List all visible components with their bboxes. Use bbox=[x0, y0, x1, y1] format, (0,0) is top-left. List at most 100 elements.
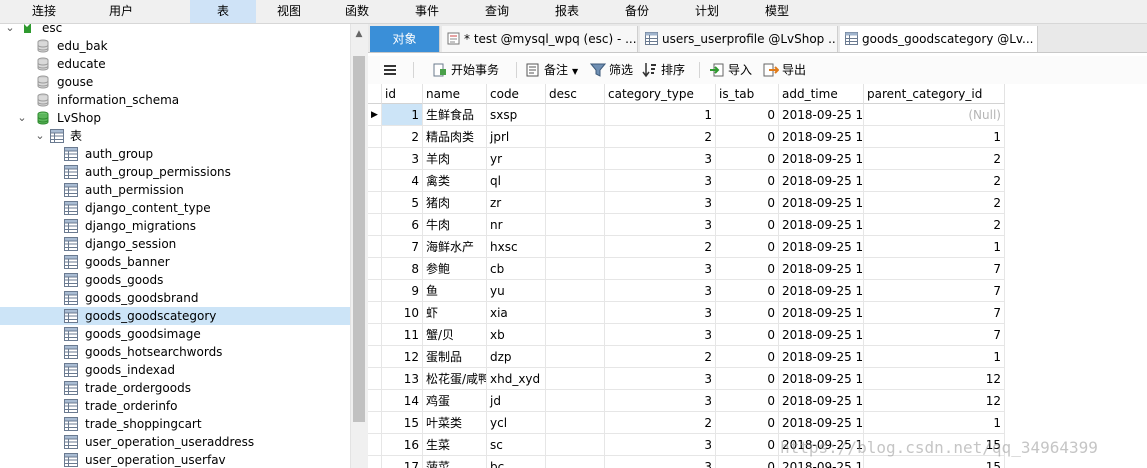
table-cell[interactable]: 3 bbox=[605, 368, 716, 390]
table-cell[interactable]: 7 bbox=[864, 280, 1005, 302]
table-cell[interactable]: 参鲍 bbox=[423, 258, 487, 280]
row-indicator[interactable] bbox=[368, 126, 382, 148]
table-cell[interactable]: 13 bbox=[382, 368, 423, 390]
menu-item[interactable]: 用户 bbox=[88, 0, 154, 23]
table-cell[interactable]: 1 bbox=[864, 346, 1005, 368]
table-cell[interactable]: hxsc bbox=[487, 236, 546, 258]
menu-button[interactable] bbox=[382, 59, 401, 81]
row-indicator[interactable] bbox=[368, 236, 382, 258]
table-cell[interactable]: xb bbox=[487, 324, 546, 346]
tree-item-table[interactable]: user_operation_useraddress bbox=[0, 433, 350, 451]
tree-item-table[interactable]: goods_goodsbrand bbox=[0, 289, 350, 307]
table-cell[interactable]: 7 bbox=[382, 236, 423, 258]
tree-item-database[interactable]: gouse bbox=[0, 73, 350, 91]
dropdown-arrow-icon[interactable]: ▼ bbox=[572, 67, 578, 76]
table-cell[interactable] bbox=[546, 346, 605, 368]
menu-item[interactable]: 计划 bbox=[672, 0, 742, 23]
column-header[interactable]: is_tab bbox=[716, 84, 779, 104]
table-cell[interactable]: 9 bbox=[382, 280, 423, 302]
table-cell[interactable]: 0 bbox=[716, 434, 779, 456]
table-cell[interactable]: sxsp bbox=[487, 104, 546, 126]
table-cell[interactable]: ql bbox=[487, 170, 546, 192]
table-cell[interactable]: 虾 bbox=[423, 302, 487, 324]
row-indicator[interactable] bbox=[368, 434, 382, 456]
current-row-arrow-icon[interactable]: ▶ bbox=[368, 104, 382, 126]
table-cell[interactable]: 12 bbox=[382, 346, 423, 368]
table-cell[interactable]: 1 bbox=[864, 412, 1005, 434]
note-button[interactable]: 备注 ▼ bbox=[525, 59, 578, 81]
table-cell[interactable]: 15 bbox=[382, 412, 423, 434]
table-cell[interactable]: 鸡蛋 bbox=[423, 390, 487, 412]
row-indicator[interactable] bbox=[368, 214, 382, 236]
tree-item-table[interactable]: goods_hotsearchwords bbox=[0, 343, 350, 361]
column-header[interactable]: category_type bbox=[605, 84, 716, 104]
table-cell[interactable]: 2 bbox=[605, 236, 716, 258]
table-cell[interactable]: 2018-09-25 12 bbox=[779, 126, 864, 148]
table-cell[interactable]: 生鲜食品 bbox=[423, 104, 487, 126]
table-cell[interactable]: 0 bbox=[716, 390, 779, 412]
column-header[interactable]: add_time bbox=[779, 84, 864, 104]
table-cell[interactable]: ycl bbox=[487, 412, 546, 434]
table-cell[interactable]: 3 bbox=[605, 390, 716, 412]
row-indicator[interactable] bbox=[368, 170, 382, 192]
table-cell[interactable]: 0 bbox=[716, 104, 779, 126]
menu-item[interactable]: 视图 bbox=[256, 0, 322, 23]
table-cell[interactable]: zr bbox=[487, 192, 546, 214]
import-button[interactable]: 导入 bbox=[709, 59, 752, 81]
table-cell[interactable]: 2018-09-25 12 bbox=[779, 412, 864, 434]
table-cell[interactable]: 1 bbox=[864, 126, 1005, 148]
row-indicator[interactable] bbox=[368, 192, 382, 214]
table-cell[interactable]: xia bbox=[487, 302, 546, 324]
table-cell[interactable]: 7 bbox=[864, 302, 1005, 324]
table-cell[interactable]: 0 bbox=[716, 280, 779, 302]
table-cell[interactable]: 2018-09-25 12 bbox=[779, 390, 864, 412]
tree-item-database-lvshop[interactable]: ⌄ LvShop bbox=[0, 109, 350, 127]
menu-item[interactable]: 查询 bbox=[462, 0, 532, 23]
table-cell[interactable]: 10 bbox=[382, 302, 423, 324]
table-cell[interactable]: 6 bbox=[382, 214, 423, 236]
sidebar-scrollbar[interactable]: ▲ bbox=[350, 24, 368, 468]
table-cell[interactable]: 3 bbox=[605, 192, 716, 214]
table-cell[interactable]: 2018-09-25 12 bbox=[779, 368, 864, 390]
table-cell[interactable]: 11 bbox=[382, 324, 423, 346]
export-button[interactable]: 导出 bbox=[763, 59, 806, 81]
table-cell[interactable]: 牛肉 bbox=[423, 214, 487, 236]
table-cell[interactable]: 4 bbox=[382, 170, 423, 192]
row-indicator[interactable] bbox=[368, 412, 382, 434]
table-cell[interactable] bbox=[546, 192, 605, 214]
table-cell[interactable]: bc bbox=[487, 456, 546, 468]
tree-item-table[interactable]: auth_group_permissions bbox=[0, 163, 350, 181]
table-cell[interactable]: 2018-09-25 12 bbox=[779, 324, 864, 346]
chevron-down-icon[interactable]: ⌄ bbox=[4, 24, 16, 37]
table-cell[interactable]: 2018-09-25 12 bbox=[779, 302, 864, 324]
tree-item-table[interactable]: django_content_type bbox=[0, 199, 350, 217]
table-cell[interactable]: 1 bbox=[605, 104, 716, 126]
table-cell[interactable]: 生菜 bbox=[423, 434, 487, 456]
tree-item-table[interactable]: trade_ordergoods bbox=[0, 379, 350, 397]
table-cell[interactable] bbox=[546, 148, 605, 170]
table-cell[interactable] bbox=[546, 368, 605, 390]
table-cell[interactable]: 鱼 bbox=[423, 280, 487, 302]
table-cell[interactable]: 12 bbox=[864, 368, 1005, 390]
table-cell[interactable]: 2 bbox=[864, 214, 1005, 236]
column-header[interactable]: desc bbox=[546, 84, 605, 104]
table-cell[interactable]: 2 bbox=[864, 192, 1005, 214]
table-cell[interactable]: 3 bbox=[605, 302, 716, 324]
table-cell[interactable]: 3 bbox=[605, 456, 716, 468]
table-cell[interactable] bbox=[546, 434, 605, 456]
table-cell[interactable]: 7 bbox=[864, 258, 1005, 280]
row-indicator[interactable] bbox=[368, 324, 382, 346]
table-cell[interactable]: 菠菜 bbox=[423, 456, 487, 468]
table-cell[interactable]: 3 bbox=[605, 258, 716, 280]
scrollbar-thumb[interactable] bbox=[353, 56, 365, 422]
menu-item[interactable]: 函数 bbox=[322, 0, 392, 23]
row-indicator[interactable] bbox=[368, 456, 382, 468]
table-cell[interactable]: 3 bbox=[382, 148, 423, 170]
menu-item[interactable]: 备份 bbox=[602, 0, 672, 23]
table-cell[interactable] bbox=[546, 170, 605, 192]
table-cell[interactable]: 松花蛋/咸鸭 bbox=[423, 368, 487, 390]
row-indicator[interactable] bbox=[368, 280, 382, 302]
table-cell[interactable]: 蟹/贝 bbox=[423, 324, 487, 346]
tree-item-database[interactable]: information_schema bbox=[0, 91, 350, 109]
tree-item-database[interactable]: educate bbox=[0, 55, 350, 73]
